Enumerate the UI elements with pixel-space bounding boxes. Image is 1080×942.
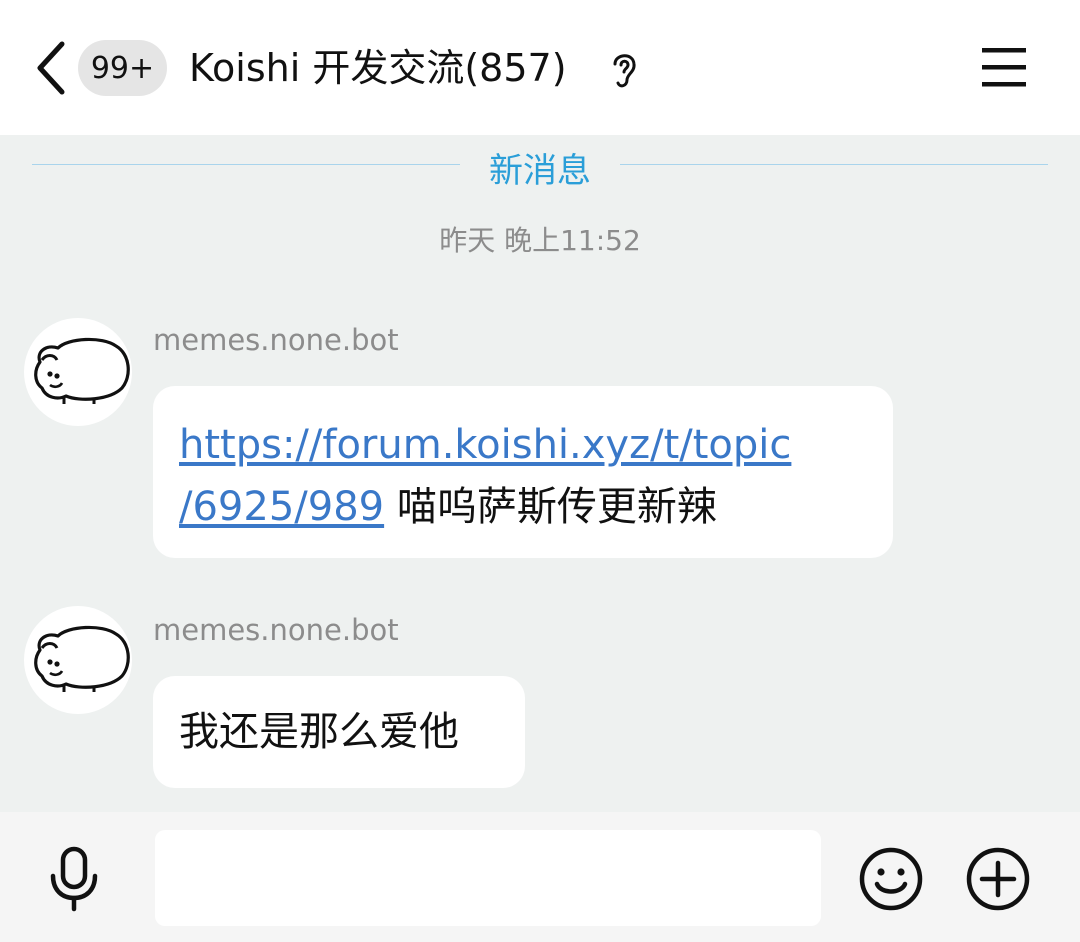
voice-button[interactable] [46, 846, 102, 912]
menu-button[interactable] [980, 44, 1028, 90]
sender-avatar[interactable] [24, 318, 132, 426]
forum-link-continued[interactable]: /6925/989 [179, 484, 384, 530]
input-bar [0, 812, 1080, 942]
message-bubble: 我还是那么爱他 [153, 676, 525, 788]
divider-line-right [620, 164, 1048, 165]
sender-name: memes.none.bot [153, 323, 399, 357]
plus-circle-icon [966, 847, 1030, 911]
chat-header: 99+ Koishi 开发交流(857) [0, 0, 1080, 135]
hamburger-menu-icon [982, 48, 1026, 87]
sender-name: memes.none.bot [153, 613, 399, 647]
message-bubble: https://forum.koishi.xyz/t/topic /6925/9… [153, 386, 893, 558]
sheep-avatar-icon [34, 337, 130, 404]
smiley-icon [859, 847, 923, 911]
microphone-icon [50, 846, 98, 912]
message-input[interactable] [155, 830, 821, 926]
message-line-2: /6925/989 喵呜萨斯传更新辣 [179, 476, 893, 538]
chat-title[interactable]: Koishi 开发交流(857) [189, 40, 567, 96]
sheep-avatar-icon [34, 625, 130, 692]
sender-avatar[interactable] [24, 606, 132, 714]
message-line-1: https://forum.koishi.xyz/t/topic [179, 414, 893, 476]
divider-line-left [32, 164, 460, 165]
new-messages-divider-label: 新消息 [489, 151, 591, 191]
forum-link[interactable]: https://forum.koishi.xyz/t/topic [179, 422, 791, 468]
message-timestamp: 昨天 晚上11:52 [439, 224, 641, 257]
unread-count-badge[interactable]: 99+ [78, 40, 167, 96]
emoji-button[interactable] [858, 846, 924, 912]
message-text: 喵呜萨斯传更新辣 [384, 484, 717, 530]
back-button[interactable] [30, 38, 74, 98]
chevron-left-icon [37, 41, 65, 95]
more-options-button[interactable] [965, 846, 1031, 912]
ear-icon[interactable] [607, 48, 641, 90]
